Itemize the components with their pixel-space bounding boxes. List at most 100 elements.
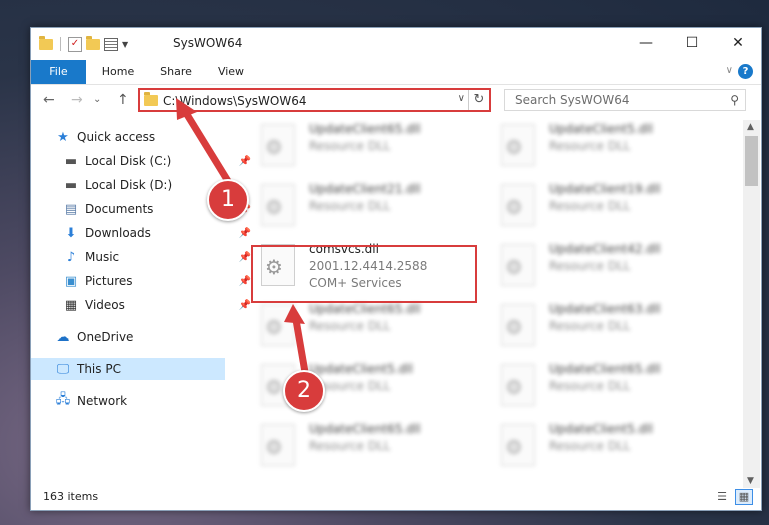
- sidebar-item-this-pc[interactable]: 🖵 This PC: [31, 358, 225, 380]
- folder-icon: [39, 35, 53, 50]
- sidebar-item-music[interactable]: ♪ Music 📌: [31, 246, 257, 268]
- cloud-icon: ☁: [56, 329, 70, 345]
- refresh-button[interactable]: ↻: [468, 90, 489, 110]
- file-description: Resource DLL: [309, 139, 391, 153]
- window-controls: — ☐ ✕: [623, 28, 761, 58]
- folder-icon: [144, 92, 158, 106]
- file-name: UpdateClient21.dll: [309, 182, 421, 196]
- file-description: Resource DLL: [549, 139, 631, 153]
- list-item[interactable]: UpdateClient19.dll Resource DLL: [491, 180, 717, 234]
- toolbar-separator: [60, 37, 61, 51]
- navigation-bar: ← → ⌄ ↑ C:\Windows\SysWOW64 ∨ ↻ ⚲: [31, 84, 761, 118]
- highlight-box-comsvcs: [251, 245, 477, 303]
- file-description: Resource DLL: [309, 199, 391, 213]
- list-item[interactable]: UpdateClient65.dll Resource DLL: [251, 120, 477, 174]
- sidebar-item-label: Videos: [85, 298, 125, 312]
- address-path[interactable]: C:\Windows\SysWOW64: [163, 94, 307, 108]
- pc-icon: 🖵: [56, 361, 70, 377]
- title-bar: ✓ ▼ SysWOW64 — ☐ ✕: [31, 28, 761, 60]
- tab-home[interactable]: Home: [93, 60, 143, 84]
- download-icon: ⬇: [65, 225, 77, 241]
- maximize-button[interactable]: ☐: [669, 28, 715, 58]
- vertical-scrollbar[interactable]: ▲ ▼: [743, 120, 760, 488]
- music-icon: ♪: [66, 249, 76, 265]
- help-icon[interactable]: ?: [738, 64, 753, 79]
- documents-icon: ▤: [64, 201, 78, 217]
- tab-view[interactable]: View: [209, 60, 253, 84]
- drive-icon: ▬: [64, 153, 78, 169]
- sidebar-item-downloads[interactable]: ⬇ Downloads 📌: [31, 222, 257, 244]
- list-item[interactable]: UpdateClient5.dll Resource DLL: [491, 120, 717, 174]
- dll-file-icon: [501, 424, 535, 466]
- expand-ribbon-icon[interactable]: ∨: [726, 65, 733, 76]
- list-item[interactable]: UpdateClient42.dll Resource DLL: [491, 240, 717, 294]
- file-description: Resource DLL: [549, 199, 631, 213]
- dll-file-icon: [261, 424, 295, 466]
- large-icons-view-icon[interactable]: ▦: [735, 489, 753, 505]
- file-description: Resource DLL: [549, 259, 631, 273]
- network-icon: 🖧: [55, 392, 71, 407]
- up-button[interactable]: ↑: [117, 92, 129, 108]
- item-count: 163 items: [43, 490, 99, 503]
- search-box[interactable]: ⚲: [504, 89, 746, 111]
- file-name: UpdateClient42.dll: [549, 242, 661, 256]
- sidebar-item-label: Pictures: [85, 274, 133, 288]
- sidebar-item-label: Downloads: [85, 226, 151, 240]
- sidebar-item-network[interactable]: 🖧 Network: [31, 390, 249, 412]
- tab-file[interactable]: File: [31, 60, 86, 84]
- address-dropdown-icon[interactable]: ∨: [458, 93, 465, 104]
- scroll-up-icon[interactable]: ▲: [747, 122, 754, 132]
- sidebar-item-label: This PC: [77, 362, 121, 376]
- star-icon: ★: [57, 129, 69, 145]
- sidebar-item-label: Documents: [85, 202, 154, 216]
- videos-icon: ▦: [64, 297, 78, 313]
- file-name: UpdateClient65.dll: [309, 122, 421, 136]
- search-input[interactable]: [513, 92, 717, 108]
- callout-1: 1: [207, 179, 249, 221]
- list-item[interactable]: UpdateClient63.dll Resource DLL: [491, 300, 717, 354]
- sidebar-item-local-disk-c[interactable]: ▬ Local Disk (C:) 📌: [31, 150, 257, 172]
- dll-file-icon: [501, 244, 535, 286]
- recent-locations-button[interactable]: ⌄: [93, 94, 101, 105]
- dll-file-icon: [501, 364, 535, 406]
- address-bar[interactable]: C:\Windows\SysWOW64 ∨ ↻: [138, 88, 491, 112]
- file-description: Resource DLL: [549, 439, 631, 453]
- dll-file-icon: [261, 124, 295, 166]
- scrollbar-thumb[interactable]: [745, 136, 758, 186]
- list-item[interactable]: UpdateClient21.dll Resource DLL: [251, 180, 477, 234]
- list-item[interactable]: UpdateClient65.dll Resource DLL: [251, 420, 477, 474]
- file-description: Resource DLL: [309, 319, 391, 333]
- properties-check-icon[interactable]: ✓: [68, 36, 82, 52]
- file-description: Resource DLL: [549, 379, 631, 393]
- details-view-icon[interactable]: ☰: [713, 489, 731, 505]
- search-icon[interactable]: ⚲: [730, 93, 739, 107]
- dll-file-icon: [261, 304, 295, 346]
- file-name: UpdateClient5.dll: [549, 422, 653, 436]
- status-bar: 163 items ☰ ▦: [31, 484, 761, 510]
- properties-icon[interactable]: [104, 37, 118, 51]
- file-name: UpdateClient65.dll: [309, 302, 421, 316]
- new-folder-icon[interactable]: [86, 35, 100, 50]
- sidebar-item-quick-access[interactable]: ★ Quick access: [31, 126, 249, 148]
- sidebar-item-label: Local Disk (D:): [85, 178, 173, 192]
- file-name: UpdateClient65.dll: [549, 362, 661, 376]
- back-button[interactable]: ←: [43, 92, 55, 108]
- minimize-button[interactable]: —: [623, 28, 669, 58]
- sidebar-item-pictures[interactable]: ▣ Pictures 📌: [31, 270, 257, 292]
- file-description: Resource DLL: [309, 439, 391, 453]
- close-button[interactable]: ✕: [715, 28, 761, 58]
- forward-button[interactable]: →: [71, 92, 83, 108]
- ribbon-tabs: File Home Share View ∨ ?: [31, 60, 761, 85]
- tab-share[interactable]: Share: [151, 60, 201, 84]
- file-name: UpdateClient63.dll: [549, 302, 661, 316]
- list-item[interactable]: UpdateClient65.dll Resource DLL: [251, 300, 477, 354]
- list-item[interactable]: UpdateClient65.dll Resource DLL: [491, 360, 717, 414]
- sidebar-item-onedrive[interactable]: ☁ OneDrive: [31, 326, 249, 348]
- file-name: UpdateClient19.dll: [549, 182, 661, 196]
- file-description: Resource DLL: [549, 319, 631, 333]
- dll-file-icon: [501, 184, 535, 226]
- sidebar-item-videos[interactable]: ▦ Videos 📌: [31, 294, 257, 316]
- sidebar-item-label: Local Disk (C:): [85, 154, 172, 168]
- list-item[interactable]: UpdateClient5.dll Resource DLL: [491, 420, 717, 474]
- customize-dropdown-icon[interactable]: ▼: [122, 40, 128, 49]
